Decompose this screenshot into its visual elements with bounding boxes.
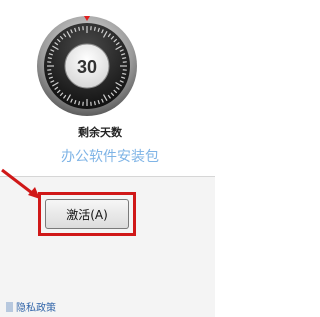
dial-tick [122,72,127,75]
dial-tick [78,101,81,106]
activate-button[interactable]: 激活(A) [45,199,129,229]
dial-tick [78,26,81,31]
days-remaining-value: 30 [77,57,97,77]
dial-tick [93,26,96,31]
privacy-policy-label: 隐私政策 [16,303,56,314]
dial-tick [93,101,96,106]
document-icon [6,301,13,312]
dial-tick [122,57,127,60]
privacy-policy-link[interactable]: 隐私政策 [6,299,56,314]
days-remaining-label: 剩余天数 [78,126,122,139]
dial-tick [47,57,52,60]
dial-tick [47,72,52,75]
timer-dial-icon: 30 [37,16,137,116]
watermark-text: 办公软件安装包 [61,149,159,165]
